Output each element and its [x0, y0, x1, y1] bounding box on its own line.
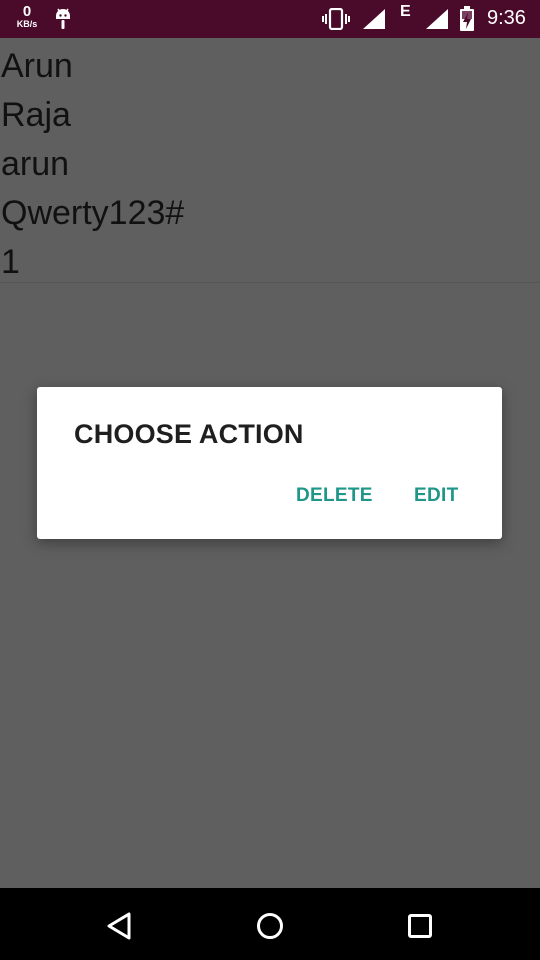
- dialog-title: CHOOSE ACTION: [74, 419, 304, 449]
- delete-button[interactable]: DELETE: [296, 485, 373, 507]
- android-debug-icon: [53, 6, 73, 36]
- record-last-name: Raja: [1, 96, 71, 134]
- record-id: 1: [1, 243, 20, 281]
- home-button[interactable]: [250, 906, 290, 946]
- recents-icon: [400, 914, 440, 950]
- status-bar: 0 KB/s E 9:36: [0, 0, 540, 38]
- navigation-bar: [0, 888, 540, 960]
- record-password: Qwerty123#: [1, 194, 185, 232]
- network-speed-indicator: 0 KB/s: [10, 4, 44, 29]
- choose-action-dialog: CHOOSE ACTION DELETE EDIT: [37, 387, 502, 539]
- status-time: 9:36: [487, 7, 526, 29]
- back-icon: [100, 912, 140, 950]
- battery-charging-icon: [459, 6, 475, 36]
- network-speed-unit: KB/s: [16, 19, 38, 29]
- record-list: Arun Raja arun Qwerty123# 1: [0, 38, 540, 283]
- back-button[interactable]: [100, 906, 140, 946]
- vibrate-icon: [322, 7, 350, 34]
- list-item[interactable]: Arun Raja arun Qwerty123# 1: [0, 38, 540, 283]
- record-first-name: Arun: [1, 47, 73, 85]
- network-type-label: E: [400, 3, 411, 20]
- home-icon: [250, 913, 290, 950]
- recents-button[interactable]: [400, 906, 440, 946]
- edit-button[interactable]: EDIT: [414, 485, 458, 507]
- signal-icon: [362, 8, 386, 34]
- network-speed-value: 0: [22, 3, 32, 20]
- signal-icon: [425, 8, 449, 34]
- record-username: arun: [1, 145, 70, 183]
